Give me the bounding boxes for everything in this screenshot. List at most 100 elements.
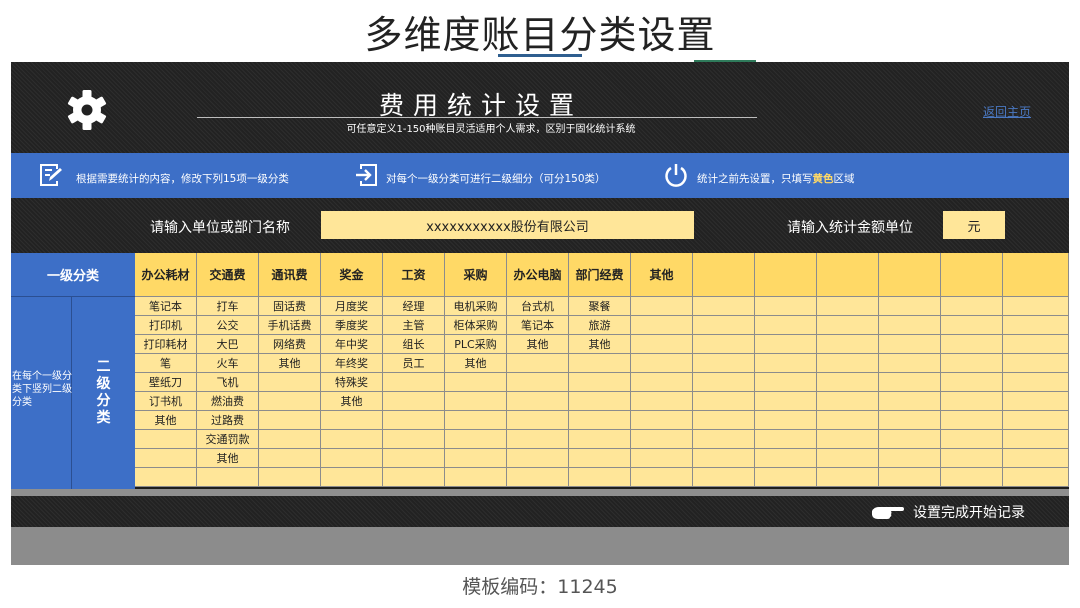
subcategory-cell[interactable]: 过路费 bbox=[197, 411, 259, 430]
subcategory-cell[interactable] bbox=[383, 468, 445, 487]
subcategory-cell[interactable] bbox=[1003, 430, 1069, 449]
subcategory-cell[interactable] bbox=[259, 411, 321, 430]
subcategory-cell[interactable] bbox=[1003, 335, 1069, 354]
subcategory-cell[interactable] bbox=[135, 430, 197, 449]
subcategory-cell[interactable]: 台式机 bbox=[507, 297, 569, 316]
subcategory-cell[interactable] bbox=[755, 411, 817, 430]
subcategory-cell[interactable] bbox=[941, 316, 1003, 335]
subcategory-cell[interactable]: 其他 bbox=[507, 335, 569, 354]
category-header[interactable] bbox=[879, 253, 941, 297]
subcategory-cell[interactable] bbox=[879, 411, 941, 430]
subcategory-cell[interactable] bbox=[1003, 316, 1069, 335]
subcategory-cell[interactable] bbox=[383, 373, 445, 392]
subcategory-cell[interactable] bbox=[445, 449, 507, 468]
subcategory-cell[interactable] bbox=[941, 411, 1003, 430]
subcategory-cell[interactable] bbox=[631, 316, 693, 335]
finish-setup-button[interactable]: 设置完成开始记录 bbox=[871, 502, 1025, 522]
subcategory-cell[interactable]: 其他 bbox=[321, 392, 383, 411]
subcategory-cell[interactable] bbox=[569, 411, 631, 430]
subcategory-cell[interactable] bbox=[445, 411, 507, 430]
subcategory-cell[interactable] bbox=[135, 468, 197, 487]
subcategory-cell[interactable]: 手机话费 bbox=[259, 316, 321, 335]
subcategory-cell[interactable] bbox=[817, 411, 879, 430]
subcategory-cell[interactable] bbox=[569, 373, 631, 392]
category-header[interactable] bbox=[693, 253, 755, 297]
subcategory-cell[interactable] bbox=[755, 392, 817, 411]
category-header[interactable] bbox=[1003, 253, 1069, 297]
subcategory-cell[interactable] bbox=[879, 392, 941, 411]
subcategory-cell[interactable] bbox=[1003, 392, 1069, 411]
subcategory-cell[interactable] bbox=[321, 449, 383, 468]
subcategory-cell[interactable] bbox=[259, 373, 321, 392]
category-header[interactable]: 办公电脑 bbox=[507, 253, 569, 297]
subcategory-cell[interactable] bbox=[631, 392, 693, 411]
subcategory-cell[interactable]: 笔记本 bbox=[135, 297, 197, 316]
category-header[interactable]: 部门经费 bbox=[569, 253, 631, 297]
subcategory-cell[interactable] bbox=[755, 297, 817, 316]
category-header[interactable] bbox=[817, 253, 879, 297]
subcategory-cell[interactable] bbox=[817, 449, 879, 468]
subcategory-cell[interactable] bbox=[879, 335, 941, 354]
category-header[interactable]: 工资 bbox=[383, 253, 445, 297]
subcategory-cell[interactable]: 组长 bbox=[383, 335, 445, 354]
subcategory-cell[interactable] bbox=[693, 392, 755, 411]
subcategory-cell[interactable] bbox=[693, 430, 755, 449]
subcategory-cell[interactable] bbox=[817, 354, 879, 373]
subcategory-cell[interactable]: 年中奖 bbox=[321, 335, 383, 354]
subcategory-cell[interactable] bbox=[259, 449, 321, 468]
subcategory-cell[interactable]: 季度奖 bbox=[321, 316, 383, 335]
subcategory-cell[interactable] bbox=[507, 430, 569, 449]
category-header[interactable] bbox=[941, 253, 1003, 297]
subcategory-cell[interactable]: 打印机 bbox=[135, 316, 197, 335]
subcategory-cell[interactable] bbox=[879, 449, 941, 468]
subcategory-cell[interactable] bbox=[569, 430, 631, 449]
subcategory-cell[interactable] bbox=[941, 335, 1003, 354]
subcategory-cell[interactable] bbox=[631, 354, 693, 373]
subcategory-cell[interactable]: 大巴 bbox=[197, 335, 259, 354]
subcategory-cell[interactable]: 公交 bbox=[197, 316, 259, 335]
category-header[interactable] bbox=[755, 253, 817, 297]
subcategory-cell[interactable] bbox=[1003, 354, 1069, 373]
subcategory-cell[interactable]: 其他 bbox=[135, 411, 197, 430]
subcategory-cell[interactable] bbox=[941, 449, 1003, 468]
category-header[interactable]: 采购 bbox=[445, 253, 507, 297]
subcategory-cell[interactable]: 固话费 bbox=[259, 297, 321, 316]
subcategory-cell[interactable]: 燃油费 bbox=[197, 392, 259, 411]
subcategory-cell[interactable]: 网络费 bbox=[259, 335, 321, 354]
subcategory-cell[interactable] bbox=[507, 411, 569, 430]
subcategory-cell[interactable] bbox=[755, 316, 817, 335]
subcategory-cell[interactable] bbox=[693, 468, 755, 487]
subcategory-cell[interactable] bbox=[1003, 449, 1069, 468]
subcategory-cell[interactable]: 火车 bbox=[197, 354, 259, 373]
subcategory-cell[interactable] bbox=[817, 335, 879, 354]
subcategory-cell[interactable] bbox=[631, 449, 693, 468]
subcategory-cell[interactable] bbox=[631, 297, 693, 316]
subcategory-cell[interactable] bbox=[383, 392, 445, 411]
subcategory-cell[interactable] bbox=[445, 430, 507, 449]
subcategory-cell[interactable] bbox=[755, 449, 817, 468]
subcategory-cell[interactable] bbox=[1003, 411, 1069, 430]
subcategory-cell[interactable] bbox=[755, 468, 817, 487]
subcategory-cell[interactable]: 主管 bbox=[383, 316, 445, 335]
subcategory-cell[interactable] bbox=[755, 373, 817, 392]
subcategory-cell[interactable] bbox=[879, 316, 941, 335]
subcategory-cell[interactable] bbox=[879, 430, 941, 449]
subcategory-cell[interactable] bbox=[507, 373, 569, 392]
subcategory-cell[interactable]: 订书机 bbox=[135, 392, 197, 411]
subcategory-cell[interactable]: 柜体采购 bbox=[445, 316, 507, 335]
subcategory-cell[interactable] bbox=[507, 392, 569, 411]
subcategory-cell[interactable] bbox=[879, 354, 941, 373]
subcategory-cell[interactable] bbox=[631, 430, 693, 449]
subcategory-cell[interactable] bbox=[817, 392, 879, 411]
subcategory-cell[interactable] bbox=[941, 468, 1003, 487]
subcategory-cell[interactable]: 打车 bbox=[197, 297, 259, 316]
subcategory-cell[interactable] bbox=[941, 392, 1003, 411]
subcategory-cell[interactable] bbox=[1003, 373, 1069, 392]
category-header[interactable]: 奖金 bbox=[321, 253, 383, 297]
subcategory-cell[interactable] bbox=[941, 354, 1003, 373]
amount-unit-input[interactable] bbox=[943, 211, 1005, 239]
subcategory-cell[interactable] bbox=[817, 373, 879, 392]
subcategory-cell[interactable] bbox=[445, 392, 507, 411]
subcategory-cell[interactable]: 年终奖 bbox=[321, 354, 383, 373]
subcategory-cell[interactable] bbox=[817, 316, 879, 335]
